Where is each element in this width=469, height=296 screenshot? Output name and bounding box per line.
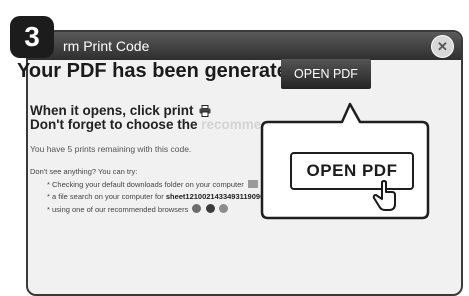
chrome-browser-icon[interactable] <box>218 204 228 213</box>
dialog-titlebar: rm Print Code ✕ <box>28 32 461 60</box>
tip-browsers-text: * using one of our recommended browsers <box>47 205 189 214</box>
instruction-choose-text: Don't forget to choose the <box>30 117 202 132</box>
dialog-title: rm Print Code <box>63 38 150 54</box>
close-icon[interactable]: ✕ <box>431 35 454 58</box>
prints-remaining-text: You have 5 prints remaining with this co… <box>30 144 192 154</box>
printer-icon <box>199 105 211 117</box>
dont-see-anything-text: Don't see anything? You can try: <box>30 167 138 176</box>
ie-browser-icon[interactable] <box>192 204 202 213</box>
tip-downloads-text: * Checking your default downloads folder… <box>47 180 244 189</box>
firefox-browser-icon[interactable] <box>205 204 215 213</box>
tip-file-search-text: * a file search on your computer for <box>47 192 166 201</box>
instruction-click-print: When it opens, click print <box>30 103 211 118</box>
instruction-click-print-text: When it opens, click print <box>30 103 194 118</box>
pdf-generated-headline: Your PDF has been generated! <box>17 60 307 82</box>
step-number-badge: 3 <box>10 16 54 58</box>
open-pdf-button[interactable]: OPEN PDF <box>281 59 371 89</box>
step-number: 3 <box>24 21 40 52</box>
tip-recommended-browsers: * using one of our recommended browsers <box>47 204 228 214</box>
cursor-icon <box>372 180 396 211</box>
tip-downloads-folder: * Checking your default downloads folder… <box>47 180 258 189</box>
tip-file-search: * a file search on your computer for she… <box>47 192 278 201</box>
instruction-choose-recommended: Don't forget to choose the recomme <box>30 117 261 132</box>
